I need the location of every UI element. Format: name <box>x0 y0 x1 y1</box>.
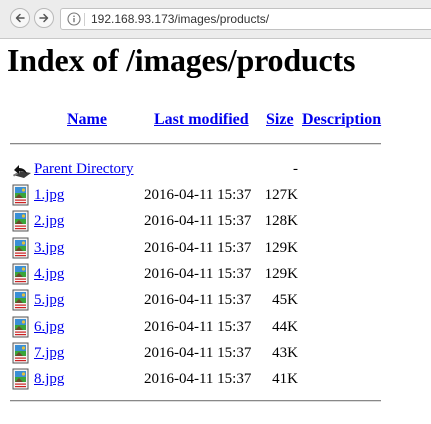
info-icon[interactable] <box>67 12 81 26</box>
back-arrow-icon <box>15 13 25 23</box>
parent-directory-size: - <box>293 161 298 177</box>
file-row: 8.jpg 2016-04-11 15:37 41K <box>0 368 431 392</box>
image-file-icon <box>12 342 29 364</box>
forward-button[interactable] <box>34 8 54 28</box>
image-file-icon <box>12 368 29 390</box>
sort-by-last-modified-link[interactable]: Last modified <box>154 111 249 129</box>
back-button[interactable] <box>10 8 30 28</box>
page-title: Index of /images/products <box>7 42 356 78</box>
image-file-icon <box>12 237 29 259</box>
file-size: 45K <box>272 292 298 309</box>
sort-by-description-link[interactable]: Description <box>302 111 381 129</box>
file-last-modified: 2016-04-11 15:37 <box>144 239 252 256</box>
file-name-link[interactable]: 3.jpg <box>34 240 64 257</box>
file-row: 4.jpg 2016-04-11 15:37 129K <box>0 263 431 287</box>
file-size: 41K <box>272 371 298 388</box>
sort-by-size-link[interactable]: Size <box>266 111 294 129</box>
file-name-link[interactable]: 6.jpg <box>34 319 64 336</box>
file-size: 129K <box>264 239 298 256</box>
file-last-modified: 2016-04-11 15:37 <box>144 344 252 361</box>
file-row: 2.jpg 2016-04-11 15:37 128K <box>0 210 431 234</box>
file-name-link[interactable]: 8.jpg <box>34 371 64 388</box>
file-last-modified: 2016-04-11 15:37 <box>144 265 252 282</box>
file-size: 128K <box>264 213 298 230</box>
file-name-link[interactable]: 2.jpg <box>34 213 64 230</box>
url-text[interactable]: 192.168.93.173/images/products/ <box>91 12 269 26</box>
image-file-icon <box>12 210 29 232</box>
browser-toolbar: 192.168.93.173/images/products/ <box>0 0 431 39</box>
back-folder-icon <box>13 165 31 178</box>
file-last-modified: 2016-04-11 15:37 <box>144 292 252 309</box>
parent-directory-row: Parent Directory - <box>0 158 431 182</box>
sort-by-name-link[interactable]: Name <box>67 111 107 129</box>
file-row: 6.jpg 2016-04-11 15:37 44K <box>0 316 431 340</box>
file-name-link[interactable]: 4.jpg <box>34 266 64 283</box>
file-last-modified: 2016-04-11 15:37 <box>144 213 252 230</box>
file-size: 43K <box>272 344 298 361</box>
file-name-link[interactable]: 5.jpg <box>34 292 64 309</box>
address-bar-divider <box>84 13 85 26</box>
file-row: 1.jpg 2016-04-11 15:37 127K <box>0 184 431 208</box>
image-file-icon <box>12 316 29 337</box>
forward-arrow-icon <box>39 13 49 23</box>
file-last-modified: 2016-04-11 15:37 <box>144 318 252 335</box>
image-file-icon <box>12 289 29 311</box>
image-file-icon <box>12 184 29 206</box>
file-last-modified: 2016-04-11 15:37 <box>144 371 252 388</box>
image-file-icon <box>12 263 29 285</box>
file-size: 127K <box>264 187 298 203</box>
file-row: 5.jpg 2016-04-11 15:37 45K <box>0 289 431 313</box>
file-name-link[interactable]: 1.jpg <box>34 187 64 204</box>
file-size: 44K <box>272 318 298 335</box>
address-bar[interactable]: 192.168.93.173/images/products/ <box>60 8 431 30</box>
parent-directory-link[interactable]: Parent Directory <box>34 161 134 178</box>
footer-divider <box>10 400 381 402</box>
file-row: 3.jpg 2016-04-11 15:37 129K <box>0 237 431 261</box>
file-last-modified: 2016-04-11 15:37 <box>144 187 252 203</box>
file-size: 129K <box>264 265 298 282</box>
header-divider <box>10 143 381 145</box>
file-name-link[interactable]: 7.jpg <box>34 345 64 362</box>
file-row: 7.jpg 2016-04-11 15:37 43K <box>0 342 431 366</box>
